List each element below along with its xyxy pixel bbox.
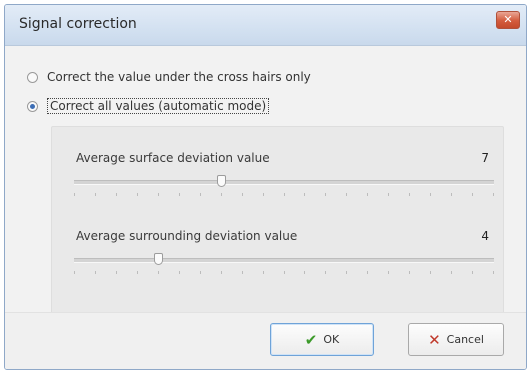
slider-tick: [451, 271, 452, 274]
slider-tick: [242, 271, 243, 274]
slider-tick: [325, 193, 326, 196]
radio-crosshairs-only[interactable]: [27, 71, 38, 83]
slider-tick: [388, 271, 389, 274]
surface-deviation-label: Average surface deviation value: [76, 151, 270, 165]
slider-tick: [284, 193, 285, 196]
radio-automatic-mode[interactable]: [27, 100, 38, 112]
slider-tick: [95, 193, 96, 196]
close-icon: ✕: [503, 13, 513, 26]
surface-deviation-value: 7: [481, 151, 489, 165]
slider-tick: [346, 193, 347, 196]
slider-tick: [137, 193, 138, 196]
surrounding-deviation-slider[interactable]: [74, 258, 494, 263]
checkmark-icon: ✔: [304, 330, 318, 349]
signal-correction-dialog: Signal correction ✕ Correct the value un…: [4, 4, 527, 370]
slider-tick: [263, 271, 264, 274]
slider-tick: [304, 271, 305, 274]
slider-tick: [158, 193, 159, 196]
slider-tick: [263, 193, 264, 196]
slider-tick: [472, 193, 473, 196]
slider-tick: [137, 271, 138, 274]
surrounding-deviation-value: 4: [481, 229, 489, 243]
surrounding-deviation-ticks: [74, 271, 494, 275]
surface-deviation-thumb[interactable]: [217, 175, 226, 187]
slider-tick: [409, 271, 410, 274]
dialog-title: Signal correction: [19, 16, 137, 32]
option-automatic-mode[interactable]: Correct all values (automatic mode): [27, 97, 270, 115]
slider-tick: [388, 193, 389, 196]
slider-tick: [409, 193, 410, 196]
option-crosshairs-only[interactable]: Correct the value under the cross hairs …: [27, 68, 311, 86]
surrounding-deviation-label: Average surrounding deviation value: [76, 229, 298, 243]
slider-tick: [116, 193, 117, 196]
surrounding-deviation-thumb[interactable]: [154, 253, 163, 265]
slider-tick: [221, 193, 222, 196]
slider-tick: [346, 271, 347, 274]
slider-tick: [74, 193, 75, 196]
cross-icon: ✕: [428, 330, 441, 349]
slider-tick: [325, 271, 326, 274]
slider-tick: [200, 193, 201, 196]
slider-tick: [242, 193, 243, 196]
option-automatic-mode-label: Correct all values (automatic mode): [47, 98, 270, 114]
slider-tick: [493, 271, 494, 274]
slider-tick: [116, 271, 117, 274]
ok-button-label: OK: [323, 333, 340, 346]
slider-tick: [304, 193, 305, 196]
slider-tick: [284, 271, 285, 274]
slider-tick: [472, 271, 473, 274]
title-bar[interactable]: Signal correction ✕: [5, 5, 526, 46]
slider-tick: [200, 271, 201, 274]
slider-tick: [95, 271, 96, 274]
slider-tick: [430, 271, 431, 274]
slider-tick: [367, 271, 368, 274]
surface-deviation-ticks: [74, 193, 494, 197]
cancel-button[interactable]: ✕ Cancel: [408, 323, 504, 356]
cancel-button-label: Cancel: [446, 333, 484, 346]
option-crosshairs-only-label: Correct the value under the cross hairs …: [47, 70, 311, 84]
slider-tick: [179, 271, 180, 274]
slider-tick: [221, 271, 222, 274]
slider-tick: [158, 271, 159, 274]
dialog-content: Correct the value under the cross hairs …: [5, 46, 526, 316]
slider-tick: [493, 193, 494, 196]
surface-deviation-slider[interactable]: [74, 180, 494, 185]
deviation-settings-panel: Average surface deviation value 7 Averag…: [51, 126, 504, 316]
slider-tick: [367, 193, 368, 196]
dialog-footer: ✔ OK ✕ Cancel: [5, 312, 526, 369]
ok-button[interactable]: ✔ OK: [270, 323, 374, 356]
slider-tick: [451, 193, 452, 196]
slider-tick: [430, 193, 431, 196]
close-button[interactable]: ✕: [496, 11, 520, 29]
slider-tick: [74, 271, 75, 274]
slider-tick: [179, 193, 180, 196]
